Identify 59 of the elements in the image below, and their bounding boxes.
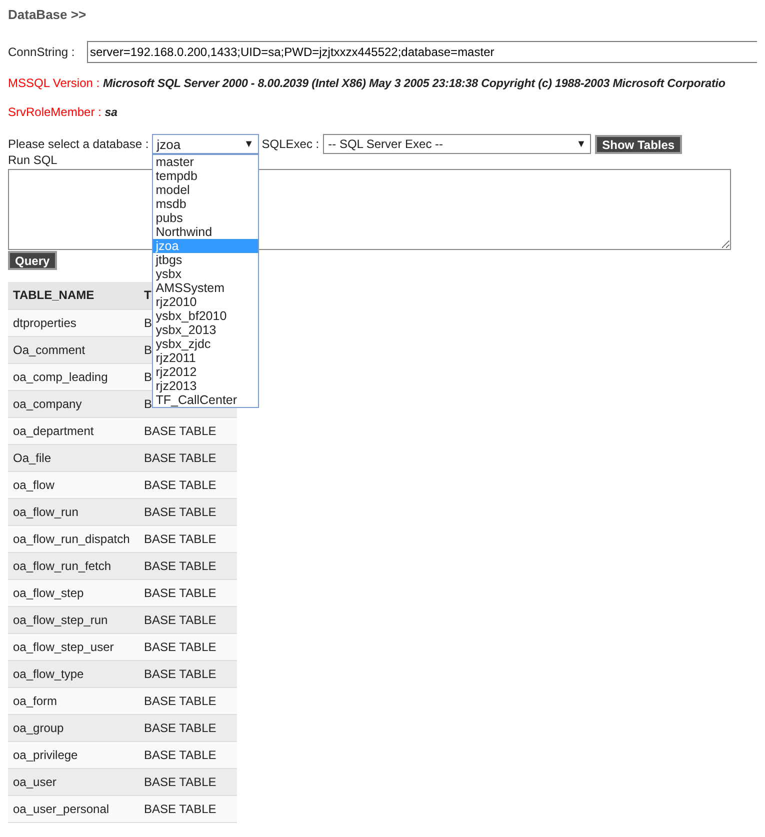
database-option[interactable]: Northwind: [152, 225, 258, 239]
table-cell: BASE TABLE: [142, 444, 237, 471]
database-option[interactable]: master: [152, 155, 258, 169]
table-cell: oa_group: [8, 714, 142, 741]
page-heading: DataBase >>: [8, 7, 88, 23]
run-sql-label: Run SQL: [8, 152, 58, 168]
query-button[interactable]: Query: [8, 251, 57, 270]
table-cell: BASE TABLE: [142, 417, 237, 444]
table-cell: BASE TABLE: [142, 471, 237, 498]
table-cell: BASE TABLE: [142, 498, 237, 525]
table-cell: oa_form: [8, 687, 142, 714]
table-cell: BASE TABLE: [142, 579, 237, 606]
table-cell: oa_department: [8, 417, 142, 444]
show-tables-button[interactable]: Show Tables: [595, 134, 682, 154]
conn-string-label: ConnString :: [8, 45, 76, 59]
sqlexec-label: SQLExec :: [262, 137, 320, 151]
conn-string-field[interactable]: server=192.168.0.200,1433;UID=sa;PWD=jzjtxxzx445522;database=master: [87, 41, 757, 63]
table-cell: Oa_comment: [8, 336, 142, 363]
database-select[interactable]: jzoa ▼: [152, 134, 259, 154]
table-cell: BASE TABLE: [142, 687, 237, 714]
table-cell: BASE TABLE: [142, 795, 237, 822]
table-cell: oa_privilege: [8, 741, 142, 768]
table-cell: Oa_file: [8, 444, 142, 471]
table-cell: oa_user_personal: [8, 795, 142, 822]
table-cell: oa_flow_type: [8, 660, 142, 687]
table-cell: dtproperties: [8, 309, 142, 336]
table-cell: BASE TABLE: [142, 714, 237, 741]
database-option[interactable]: jtbgs: [152, 253, 258, 267]
table-cell: oa_flow_step_user: [8, 633, 142, 660]
column-header: TABLE_NAME: [8, 282, 142, 309]
database-option[interactable]: ysbx: [152, 267, 258, 281]
table-cell: BASE TABLE: [142, 660, 237, 687]
table-cell: oa_flow_run_dispatch: [8, 525, 142, 552]
info-value: Microsoft SQL Server 2000 - 8.00.2039 (Intel X86) May 3 2005 23:18:38 Copyright (c) 1988-2003 Microsoft Corporatio: [102, 77, 726, 90]
table-cell: oa_company: [8, 390, 142, 417]
table-cell: oa_flow_run: [8, 498, 142, 525]
dropdown-arrow-icon: ▼: [244, 138, 254, 150]
table-cell: oa_flow_step_run: [8, 606, 142, 633]
info-label: SrvRoleMember :: [8, 105, 102, 119]
database-option[interactable]: msdb: [152, 197, 258, 211]
table-cell: BASE TABLE: [142, 552, 237, 579]
info-label: MSSQL Version :: [8, 76, 101, 90]
database-option[interactable]: pubs: [152, 211, 258, 225]
table-cell: BASE TABLE: [142, 633, 237, 660]
table-cell: BASE TABLE: [142, 741, 237, 768]
dropdown-arrow-icon: ▼: [576, 138, 586, 150]
table-cell: BASE TABLE: [142, 768, 237, 795]
info-value: sa: [104, 106, 118, 119]
table-cell: oa_user: [8, 768, 142, 795]
table-cell: oa_flow: [8, 471, 142, 498]
table-cell: oa_comp_leading: [8, 363, 142, 390]
database-select-label: Please select a database :: [8, 137, 149, 151]
table-cell: BASE TABLE: [142, 606, 237, 633]
table-cell: oa_flow_step: [8, 579, 142, 606]
table-cell: BASE TABLE: [142, 525, 237, 552]
table-cell: oa_flow_run_fetch: [8, 552, 142, 579]
sqlexec-select[interactable]: -- SQL Server Exec -- ▼: [323, 134, 592, 154]
database-option[interactable]: model: [152, 183, 258, 197]
database-option[interactable]: tempdb: [152, 169, 258, 183]
